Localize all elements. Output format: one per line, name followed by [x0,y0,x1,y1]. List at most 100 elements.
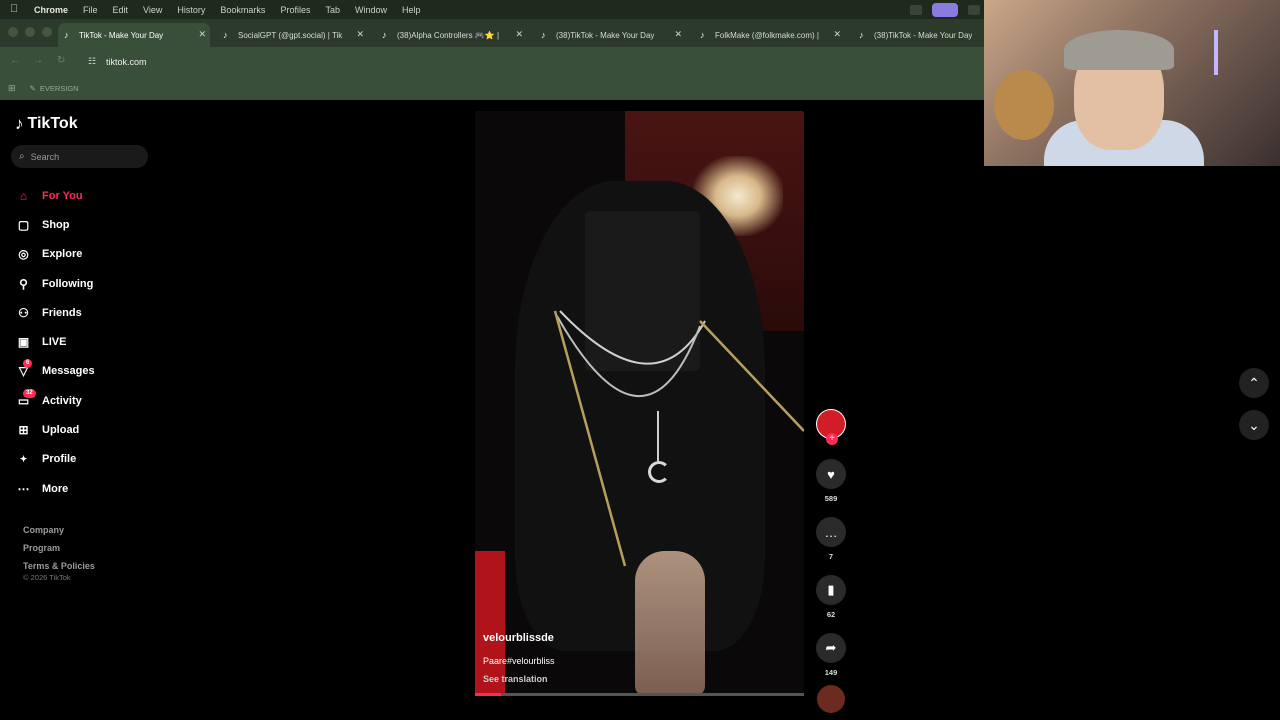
comment-count: 7 [828,552,834,561]
video-actions: + ♥ 589 … 7 ▮ 62 ➦ 149 [815,409,847,713]
sidebar-item-live[interactable]: ▣ LIVE [15,327,165,356]
close-tab-icon[interactable]: ✕ [198,29,206,40]
search-box[interactable]: ⌕ [11,145,148,168]
previous-video-button[interactable]: ⌃ [1239,368,1269,398]
back-arrow-icon[interactable]: ← [10,55,20,66]
tiktok-favicon-icon: ♪ [700,29,705,40]
sidebar-item-shop[interactable]: ▢ Shop [15,210,165,239]
video-caption: velourblissde Paare#velourbliss See tran… [483,632,555,684]
close-window-button[interactable] [8,27,18,37]
sidebar-item-friends[interactable]: ⚇ Friends [15,298,165,327]
nav-label: Upload [42,424,80,437]
screen-share-icon[interactable] [932,3,958,17]
sidebar-item-activity[interactable]: ▭ 32 Activity [15,386,165,415]
tiktok-favicon-icon: ♪ [382,29,387,40]
browser-tab[interactable]: ♪ FolkMake (@folkmake.com) | ✕ [694,23,845,47]
like-action[interactable]: ♥ 589 [816,459,846,503]
video-player[interactable]: velourblissde Paare#velourbliss See tran… [475,111,804,696]
music-disc-icon[interactable] [817,685,845,713]
comment-icon[interactable]: … [816,517,846,547]
tab-title: FolkMake (@folkmake.com) | [715,30,819,40]
footer-link-program[interactable]: Program [23,539,95,557]
menu-profiles[interactable]: Profiles [280,5,310,15]
sidebar-item-following[interactable]: ⚲ Following [15,269,165,298]
browser-tab[interactable]: ♪ (38)Alpha Controllers 🎮⭐ | ✕ [376,23,527,47]
reload-icon[interactable]: ↻ [57,55,65,66]
nav-label: Activity [42,394,82,407]
footer-link-company[interactable]: Company [23,521,95,539]
bookmark-item[interactable]: ✎ EVERSIGN [30,84,79,93]
shop-bag-icon: ▢ [17,217,30,232]
apps-grid-icon[interactable]: ⊞ [8,83,16,94]
site-settings-icon[interactable]: ☷ [88,57,98,66]
minimize-window-button[interactable] [25,27,35,37]
sidebar-item-upload[interactable]: ⊞ Upload [15,415,165,444]
menu-bookmarks[interactable]: Bookmarks [220,5,265,15]
address-bar[interactable]: ☷ tiktok.com [80,51,960,72]
share-action[interactable]: ➦ 149 [816,633,846,677]
save-action[interactable]: ▮ 62 [816,575,846,619]
upload-icon: ⊞ [18,423,29,438]
browser-tab[interactable]: ♪ TikTok - Make Your Day ✕ [58,23,210,47]
comment-action[interactable]: … 7 [816,517,846,561]
menubar-status-area [910,3,980,17]
close-tab-icon[interactable]: ✕ [515,29,523,40]
heart-icon[interactable]: ♥ [816,459,846,489]
menu-view[interactable]: View [143,5,162,15]
nav-label: Shop [42,218,70,231]
next-video-button[interactable]: ⌄ [1239,410,1269,440]
browser-tab[interactable]: ♪ SocialGPT (@gpt.social) | Tik ✕ [217,23,368,47]
home-icon: ⌂ [19,188,28,203]
tab-title: (38)TikTok - Make Your Day [874,30,973,40]
close-tab-icon[interactable]: ✕ [356,29,364,40]
footer-links: Company Program Terms & Policies [23,521,95,575]
forward-arrow-icon[interactable]: → [33,55,43,66]
zoom-window-button[interactable] [42,27,52,37]
search-icon: ⌕ [19,151,25,162]
author-avatar[interactable]: + [816,409,846,445]
menu-history[interactable]: History [177,5,205,15]
logo-text: TikTok [27,115,78,132]
follow-plus-icon[interactable]: + [826,433,838,445]
sidebar-item-messages[interactable]: ▽ 6 Messages [15,357,165,386]
video-author[interactable]: velourblissde [483,632,555,644]
menu-file[interactable]: File [83,5,98,15]
share-count: 149 [824,668,838,677]
close-tab-icon[interactable]: ✕ [833,29,841,40]
webcam-plush-toy [994,70,1054,140]
copyright-text: © 2026 TikTok [23,573,71,582]
share-icon[interactable]: ➦ [816,633,846,663]
see-translation-link[interactable]: See translation [483,674,555,684]
search-input[interactable] [30,151,131,162]
nav-label: Friends [42,306,82,319]
browser-tab[interactable]: ♪ (38)TikTok - Make Your Day ✕ [535,23,686,47]
messages-icon: ▽ 6 [15,359,33,378]
apple-icon[interactable]:  [10,4,20,15]
video-progress-bar[interactable] [475,693,804,696]
menu-help[interactable]: Help [402,5,421,15]
nav-label: For You [42,189,83,202]
menu-chrome[interactable]: Chrome [34,5,68,15]
status-icon[interactable] [910,5,922,15]
nav-label: More [42,482,69,495]
friends-icon: ⚇ [18,305,29,320]
menu-window[interactable]: Window [355,5,387,15]
tab-title: (38)Alpha Controllers 🎮⭐ | [397,30,500,40]
tab-title: TikTok - Make Your Day [79,30,164,40]
nav-label: Messages [42,365,95,378]
bookmark-icon[interactable]: ▮ [816,575,846,605]
tiktok-favicon-icon: ♪ [541,29,546,40]
sidebar-item-more[interactable]: ⋯ More [15,474,165,503]
sidebar-item-explore[interactable]: ◎ Explore [15,240,165,269]
close-tab-icon[interactable]: ✕ [674,29,682,40]
menu-edit[interactable]: Edit [113,5,129,15]
menu-tab[interactable]: Tab [325,5,340,15]
video-progress-fill [475,693,502,696]
tab-title: (38)TikTok - Make Your Day [556,30,655,40]
sidebar-item-profile[interactable]: ✦ Profile [15,445,165,474]
browser-tab[interactable]: ♪ (38)TikTok - Make Your Day [853,23,984,47]
tiktok-logo[interactable]: ♪ TikTok [15,114,78,134]
sidebar-item-for-you[interactable]: ⌂ For You [15,181,165,210]
activity-icon: ▭ 32 [15,388,36,408]
status-icon[interactable] [968,5,980,15]
